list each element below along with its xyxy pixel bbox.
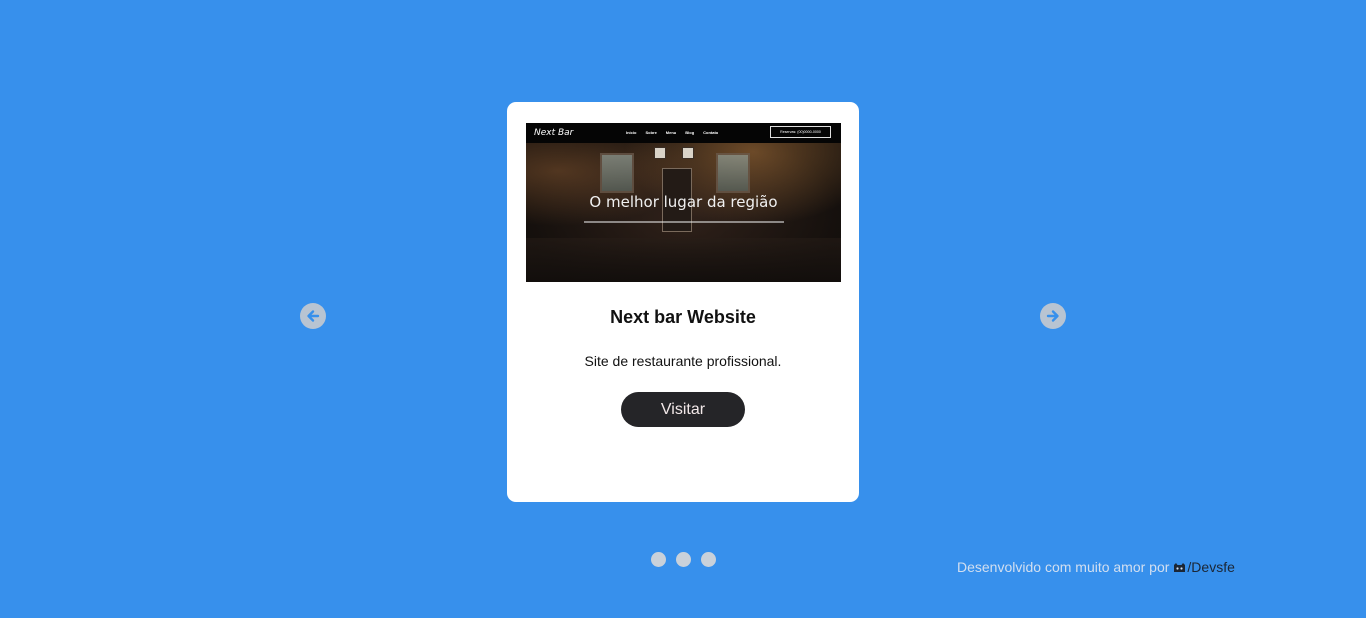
- github-link[interactable]: /Devsfe: [1169, 559, 1235, 575]
- preview-sign: [682, 147, 694, 159]
- arrow-left-icon: [307, 310, 320, 322]
- preview-floor: [526, 238, 841, 282]
- arrow-right-icon: [1046, 310, 1059, 322]
- project-card: Next Bar Início Sobre Menu Blog Contato …: [507, 102, 859, 502]
- preview-window: [600, 153, 634, 193]
- github-icon: [1174, 562, 1186, 572]
- preview-brand: Next Bar: [534, 128, 574, 138]
- preview-window: [716, 153, 750, 193]
- preview-subtext: [584, 221, 784, 223]
- project-preview-image: Next Bar Início Sobre Menu Blog Contato …: [526, 123, 841, 282]
- carousel-dot-2[interactable]: [676, 552, 691, 567]
- carousel-prev-button[interactable]: [300, 303, 326, 329]
- preview-nav-link: Sobre: [645, 130, 657, 135]
- preview-reserve-button: Reservas: (00)0000-0000: [770, 126, 831, 138]
- preview-navbar: Next Bar Início Sobre Menu Blog Contato …: [526, 123, 841, 143]
- carousel-dot-3[interactable]: [701, 552, 716, 567]
- portfolio-carousel: Next Bar Início Sobre Menu Blog Contato …: [0, 0, 1366, 618]
- carousel-pagination: [651, 552, 716, 567]
- preview-nav-link: Início: [626, 130, 637, 135]
- preview-nav-link: Menu: [665, 130, 677, 135]
- github-link-label: /Devsfe: [1187, 559, 1235, 575]
- footer-text: Desenvolvido com muito amor por: [957, 559, 1170, 575]
- carousel-dot-1[interactable]: [651, 552, 666, 567]
- preview-nav-links: Início Sobre Menu Blog Contato: [626, 130, 718, 135]
- project-title: Next bar Website: [610, 307, 756, 327]
- project-description: Site de restaurante profissional.: [584, 353, 782, 369]
- visit-button[interactable]: Visitar: [621, 392, 745, 427]
- preview-headline: O melhor lugar da região: [589, 193, 778, 211]
- footer-credit: Desenvolvido com muito amor por /Devsfe: [957, 559, 1235, 575]
- preview-nav-link: Contato: [703, 130, 719, 135]
- carousel-next-button[interactable]: [1040, 303, 1066, 329]
- preview-nav-link: Blog: [685, 130, 695, 135]
- preview-sign: [654, 147, 666, 159]
